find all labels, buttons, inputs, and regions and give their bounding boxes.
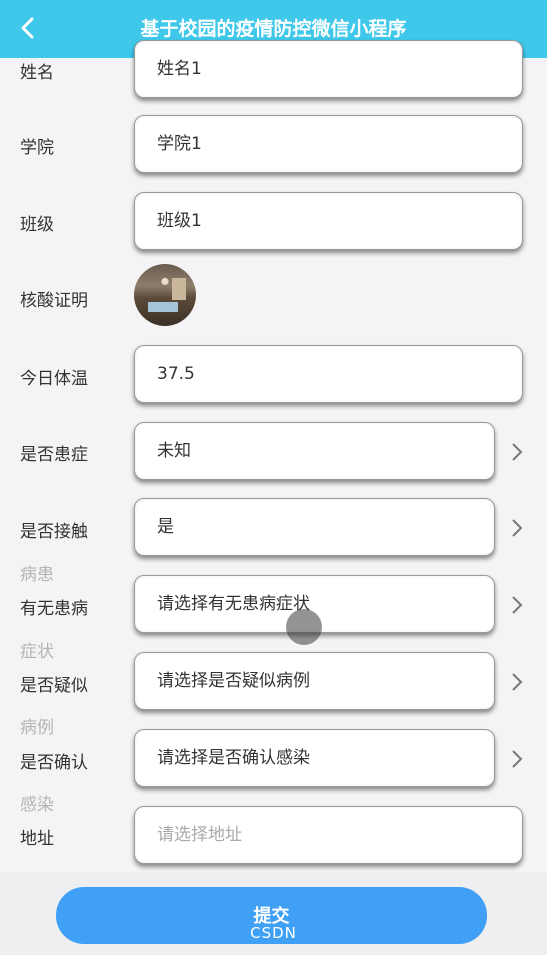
- college-field[interactable]: 学院1: [134, 115, 523, 173]
- ill-label: 是否患症: [20, 445, 88, 465]
- confirmed-select[interactable]: 请选择是否确认感染: [134, 729, 495, 787]
- name-label: 姓名: [20, 63, 54, 83]
- symptom-label: 有无患病: [20, 599, 88, 619]
- contact-label: 是否接触: [20, 522, 88, 542]
- chevron-right-icon[interactable]: [508, 748, 526, 770]
- address-label: 地址: [20, 829, 54, 849]
- contact-select[interactable]: 是: [134, 498, 495, 556]
- symptom-label-overflow: 病患: [20, 565, 54, 585]
- class-field[interactable]: 班级1: [134, 192, 523, 250]
- class-label: 班级: [20, 215, 54, 235]
- chevron-right-icon[interactable]: [508, 671, 526, 693]
- name-field[interactable]: 姓名1: [134, 40, 523, 98]
- chevron-right-icon[interactable]: [508, 441, 526, 463]
- address-input[interactable]: 请选择地址: [134, 806, 523, 864]
- touch-indicator: [286, 609, 322, 645]
- nucleic-proof-image[interactable]: [134, 264, 196, 326]
- ill-select[interactable]: 未知: [134, 422, 495, 480]
- chevron-right-icon[interactable]: [508, 594, 526, 616]
- temperature-label: 今日体温: [20, 369, 88, 389]
- suspected-label-overflow: 症状: [20, 642, 54, 662]
- confirmed-label-overflow: 病例: [20, 718, 54, 738]
- nucleic-proof-label: 核酸证明: [20, 291, 88, 311]
- confirmed-label: 是否确认: [20, 753, 88, 773]
- address-label-overflow: 感染: [20, 795, 54, 815]
- suspected-select[interactable]: 请选择是否疑似病例: [134, 652, 495, 710]
- watermark: CSDN: [250, 924, 297, 942]
- college-label: 学院: [20, 138, 54, 158]
- suspected-label: 是否疑似: [20, 676, 88, 696]
- chevron-right-icon[interactable]: [508, 517, 526, 539]
- temperature-field[interactable]: 37.5: [134, 345, 523, 403]
